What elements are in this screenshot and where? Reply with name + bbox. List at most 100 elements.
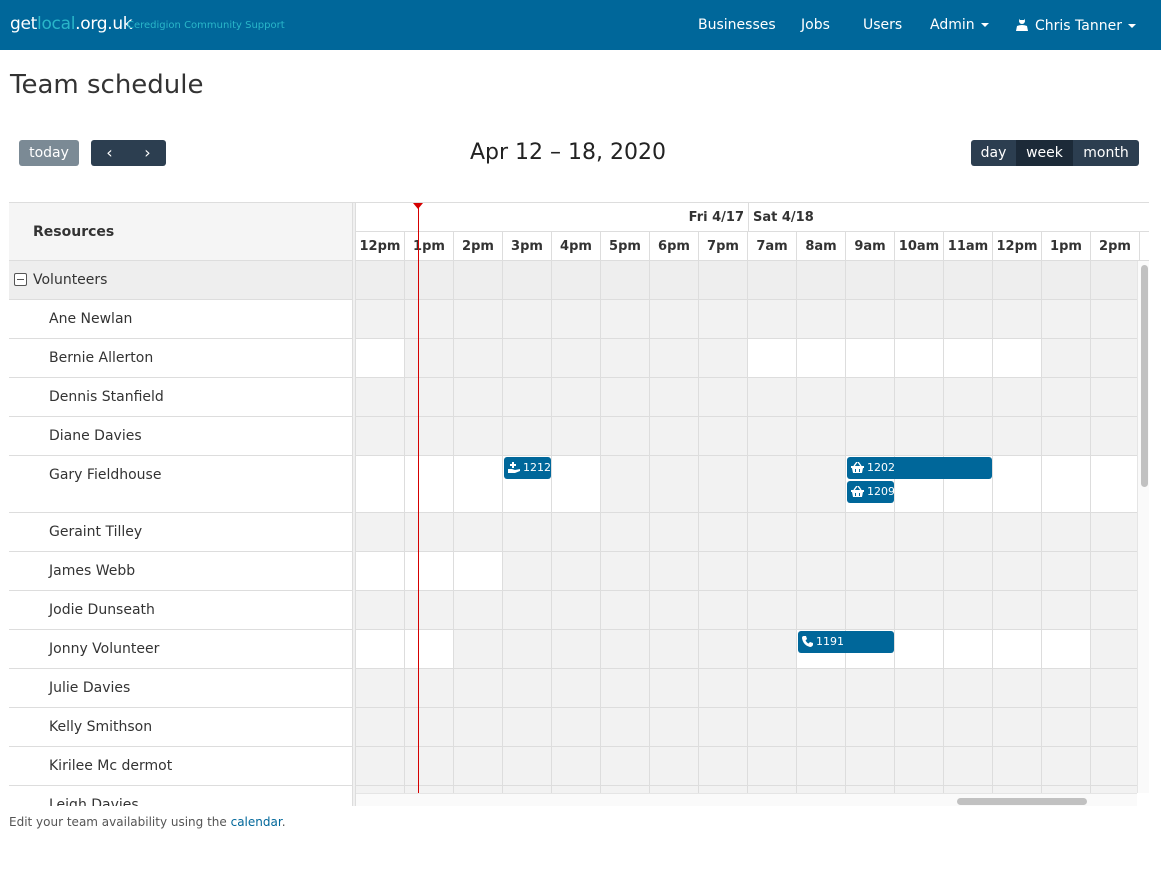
available-slot[interactable] <box>748 339 1042 377</box>
available-slot[interactable] <box>356 456 601 512</box>
hour-label: 10am <box>895 232 944 261</box>
timeline-body[interactable]: 1212 1202 1209 1191 <box>356 261 1137 793</box>
hour-label: 12pm <box>356 232 405 261</box>
time-grid: Fri 4/17 Sat 4/18 12pm 1pm 2pm 3pm 4pm 5… <box>356 203 1149 806</box>
vertical-scroll-thumb[interactable] <box>1141 265 1148 487</box>
available-slot[interactable] <box>356 552 503 590</box>
hour-gridline <box>698 261 699 793</box>
resources-header-label: Resources <box>33 224 115 240</box>
resource-row: Julie Davies <box>9 669 352 708</box>
hour-label: 7am <box>748 232 797 261</box>
resource-name: Julie Davies <box>49 680 131 696</box>
view-day-button[interactable]: day <box>971 140 1016 166</box>
resource-row: Ane Newlan <box>9 300 352 339</box>
brand-part-domain: .org.uk <box>75 14 133 34</box>
today-button[interactable]: today <box>19 140 79 166</box>
phone-icon <box>802 636 813 647</box>
chevron-down-icon <box>1127 24 1136 28</box>
view-week-button[interactable]: week <box>1016 140 1073 166</box>
brand-tagline: Ceredigion Community Support <box>127 20 285 31</box>
hour-label: 7pm <box>699 232 748 261</box>
resource-name: Ane Newlan <box>49 311 133 327</box>
basket-icon <box>851 485 864 497</box>
event-label: 1212 <box>523 461 551 474</box>
footer-note: Edit your team availability using the ca… <box>9 815 286 829</box>
day-label: Sat 4/18 <box>753 210 814 225</box>
event-label: 1202 <box>867 461 895 474</box>
hour-gridline <box>404 261 405 793</box>
hour-gridline <box>502 261 503 793</box>
next-button[interactable]: › <box>129 140 166 166</box>
hour-label: 11am <box>944 232 993 261</box>
chevron-down-icon <box>980 23 989 27</box>
current-time-arrow-icon <box>413 203 423 209</box>
hour-gridline <box>551 261 552 793</box>
prev-button[interactable]: ‹ <box>91 140 128 166</box>
hour-label: 2pm <box>1091 232 1140 261</box>
hour-gridline <box>600 261 601 793</box>
resource-row: Diane Davies <box>9 417 352 456</box>
hour-label: 2pm <box>454 232 503 261</box>
hour-gridline <box>894 261 895 793</box>
hour-label: 8am <box>797 232 846 261</box>
hour-label: 1pm <box>405 232 454 261</box>
hour-label: 12pm <box>993 232 1042 261</box>
calendar-link[interactable]: calendar <box>231 815 282 829</box>
horizontal-scroll-thumb[interactable] <box>957 798 1087 805</box>
resource-list: Volunteers Ane Newlan Bernie Allerton De… <box>9 261 352 806</box>
collapse-toggle-icon[interactable] <box>14 273 27 286</box>
resource-name: Diane Davies <box>49 428 142 444</box>
prev-next-button-group: ‹ › <box>91 140 166 166</box>
hand-plus-icon <box>508 462 520 473</box>
nav-jobs[interactable]: Jobs <box>801 17 830 33</box>
brand-part-get: get <box>10 14 38 34</box>
brand-logo[interactable]: getlocal.org.uk <box>10 14 133 34</box>
vertical-scrollbar[interactable] <box>1137 261 1149 793</box>
job-event[interactable]: 1212 <box>504 457 551 479</box>
nav-jobs-label: Jobs <box>801 17 830 33</box>
hour-label: 6pm <box>650 232 699 261</box>
resource-name: James Webb <box>49 563 136 579</box>
resource-row: Dennis Stanfield <box>9 378 352 417</box>
available-slot[interactable] <box>356 339 405 377</box>
hour-gridline <box>796 261 797 793</box>
resource-name: Dennis Stanfield <box>49 389 164 405</box>
resource-name: Geraint Tilley <box>49 524 143 540</box>
day-header-sat: Sat 4/18 <box>749 203 1149 232</box>
hour-label: 1pm <box>1042 232 1091 261</box>
available-slot[interactable] <box>356 630 454 668</box>
page-title: Team schedule <box>10 70 204 100</box>
hour-header-row: 12pm 1pm 2pm 3pm 4pm 5pm 6pm 7pm 7am 8am… <box>356 232 1149 261</box>
nav-user-label: Chris Tanner <box>1035 18 1122 34</box>
group-label: Volunteers <box>33 272 108 288</box>
hour-gridline <box>845 261 846 793</box>
job-event[interactable]: 1191 <box>798 631 894 653</box>
job-event[interactable]: 1209 <box>847 481 895 503</box>
resource-name: Leigh Davies <box>49 797 139 806</box>
nav-users[interactable]: Users <box>863 17 902 33</box>
resource-row: Kelly Smithson <box>9 708 352 747</box>
resource-timeline: Resources Volunteers Ane Newlan Bernie A… <box>9 202 1149 806</box>
footer-suffix: . <box>281 815 286 829</box>
resource-row: James Webb <box>9 552 352 591</box>
nav-businesses-label: Businesses <box>698 17 776 33</box>
hour-label: 4pm <box>552 232 601 261</box>
view-month-button[interactable]: month <box>1073 140 1139 166</box>
resource-group-volunteers: Volunteers <box>9 261 352 300</box>
resource-name: Jonny Volunteer <box>49 641 160 657</box>
job-event[interactable]: 1202 <box>847 457 992 479</box>
resource-name: Kelly Smithson <box>49 719 153 735</box>
nav-businesses[interactable]: Businesses <box>698 17 776 33</box>
hour-gridline <box>1041 261 1042 793</box>
resource-row: Geraint Tilley <box>9 513 352 552</box>
resource-name: Bernie Allerton <box>49 350 154 366</box>
nav-admin-dropdown[interactable]: Admin <box>930 17 989 33</box>
hour-gridline <box>943 261 944 793</box>
nav-user-dropdown[interactable]: Chris Tanner <box>1016 17 1136 34</box>
horizontal-scrollbar[interactable] <box>356 793 1137 806</box>
resource-row: Kirilee Mc dermot <box>9 747 352 786</box>
day-label: Fri 4/17 <box>688 210 744 225</box>
nav-users-label: Users <box>863 17 903 33</box>
user-icon <box>1016 18 1028 31</box>
resource-row: Jonny Volunteer <box>9 630 352 669</box>
